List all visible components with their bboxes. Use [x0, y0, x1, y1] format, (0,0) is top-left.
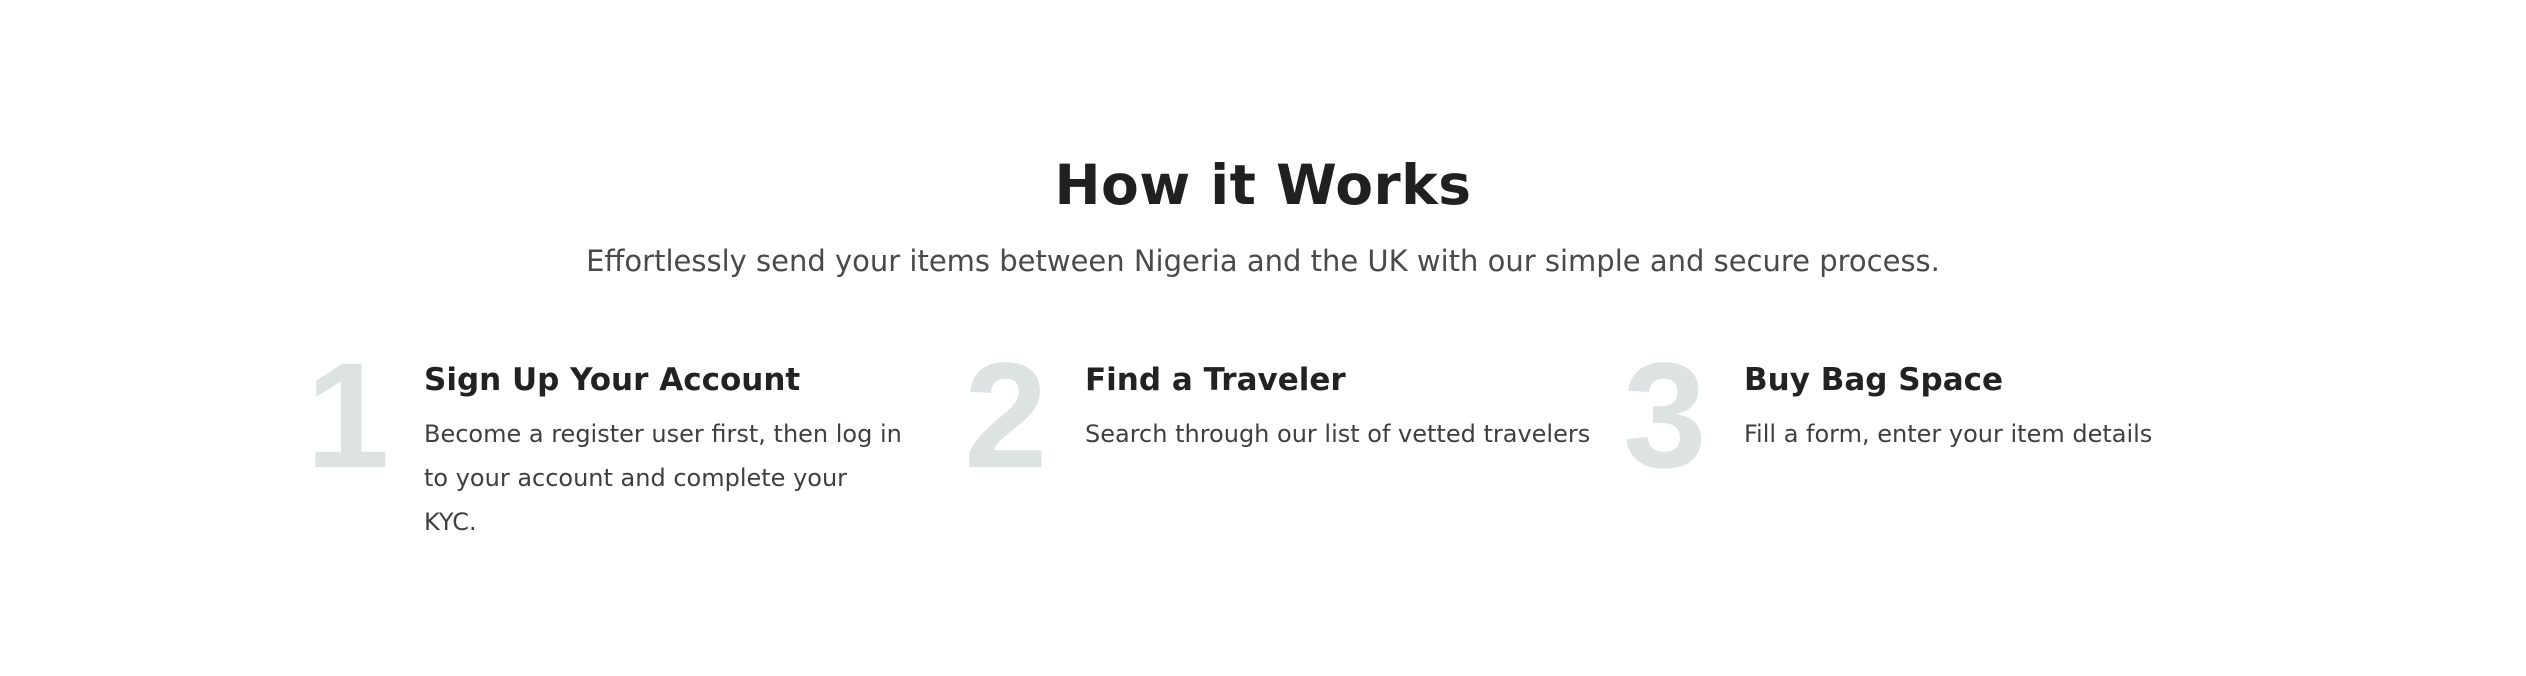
step-title: Find a Traveler: [1085, 362, 1346, 398]
step-description: Search through our list of vetted travel…: [1085, 420, 1591, 448]
step-number: 1: [306, 331, 390, 499]
section-title: How it Works: [1054, 153, 1472, 217]
step-number: 3: [1623, 331, 1707, 499]
step-title: Sign Up Your Account: [424, 362, 801, 398]
step-number: 2: [964, 331, 1048, 499]
step-title: Buy Bag Space: [1744, 362, 2004, 398]
how-it-works-section: How it Works Effortlessly send your item…: [0, 0, 2526, 676]
step-description: Become a register user first, then log i…: [424, 420, 902, 536]
step-description: Fill a form, enter your item details: [1744, 420, 2153, 448]
section-subtitle: Effortlessly send your items between Nig…: [586, 244, 1940, 278]
